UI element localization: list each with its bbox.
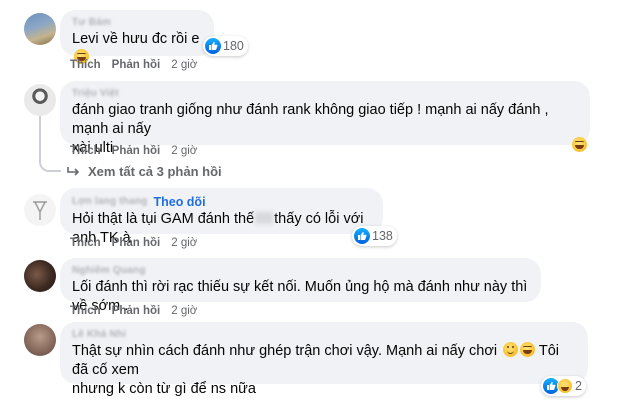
comment-text-line: nhưng k còn từ gì để ns nữa bbox=[72, 381, 256, 397]
laughing-face-icon bbox=[520, 342, 536, 357]
comment-actions: Thích Phản hồi 2 giờ bbox=[70, 59, 197, 71]
comment-actions: Thích Phản hồi 2 giờ bbox=[70, 237, 197, 249]
reply-arrow-icon bbox=[67, 166, 80, 176]
reply-button[interactable]: Phản hồi bbox=[112, 59, 161, 71]
avatar[interactable] bbox=[24, 13, 56, 45]
comment-text-line: Thật sự nhìn cách đánh như ghép trận chơ… bbox=[72, 342, 576, 380]
view-replies-label: Xem tất cả 3 phản hồi bbox=[88, 164, 222, 179]
comment-author[interactable]: Nghiêm Quang bbox=[72, 265, 529, 277]
comment-timestamp[interactable]: 2 giờ bbox=[171, 145, 197, 157]
comment-bubble: Lê Khả Nhi Thật sự nhìn cách đánh như gh… bbox=[60, 322, 588, 397]
comment-author[interactable]: Lợn lang thang bbox=[72, 196, 147, 208]
avatar[interactable] bbox=[24, 194, 56, 226]
reply-button[interactable]: Phản hồi bbox=[112, 145, 161, 157]
laughing-face-icon bbox=[572, 137, 587, 152]
reaction-count: 180 bbox=[223, 39, 244, 53]
comment-text-part: Hỏi thật là tụi GAM đánh thế bbox=[72, 211, 255, 227]
reply-button[interactable]: Phản hồi bbox=[112, 305, 161, 317]
smiling-face-icon bbox=[503, 342, 519, 357]
comment-actions: Thích Phản hồi 2 giờ bbox=[70, 145, 197, 157]
like-button[interactable]: Thích bbox=[70, 59, 101, 71]
thread-line-curve bbox=[39, 158, 61, 172]
comment-author[interactable]: Tư Bám bbox=[72, 17, 202, 29]
comment-timestamp[interactable]: 2 giờ bbox=[171, 237, 197, 249]
like-button[interactable]: Thích bbox=[70, 145, 101, 157]
comment-bubble: Lợn lang thang Theo dõi Hỏi thật là tụi … bbox=[60, 188, 383, 246]
comment-bubble: Tư Bám Levi về hưu đc rồi e bbox=[60, 10, 214, 64]
comment-actions: Thích Phản hồi 2 giờ bbox=[70, 305, 197, 317]
laughing-face-icon bbox=[557, 378, 573, 394]
like-button[interactable]: Thích bbox=[70, 305, 101, 317]
comment-timestamp[interactable]: 2 giờ bbox=[171, 305, 197, 317]
thumbs-up-icon bbox=[205, 38, 221, 54]
avatar[interactable] bbox=[24, 260, 56, 292]
reaction-count: 138 bbox=[372, 229, 393, 243]
thread-line bbox=[39, 112, 41, 160]
reaction-count: 2 bbox=[575, 379, 582, 393]
like-button[interactable]: Thích bbox=[70, 237, 101, 249]
redacted-word bbox=[255, 212, 274, 224]
avatar[interactable] bbox=[24, 324, 56, 356]
reaction-summary[interactable]: 2 bbox=[541, 376, 586, 396]
thumbs-up-icon bbox=[354, 228, 370, 244]
comment-author[interactable]: Lê Khả Nhi bbox=[72, 329, 576, 341]
follow-button[interactable]: Theo dõi bbox=[153, 195, 205, 209]
avatar[interactable] bbox=[24, 84, 56, 116]
comment-author[interactable]: Triệu Việt bbox=[72, 88, 578, 100]
comment-text-line: đánh giao tranh giống như đánh rank khôn… bbox=[72, 102, 549, 137]
reaction-summary[interactable]: 138 bbox=[352, 226, 397, 246]
comment-author-row: Lợn lang thang Theo dõi bbox=[72, 195, 371, 209]
comment-text-part: Thật sự nhìn cách đánh như ghép trận chơ… bbox=[72, 343, 498, 359]
comment-timestamp[interactable]: 2 giờ bbox=[171, 59, 197, 71]
view-replies-button[interactable]: Xem tất cả 3 phản hồi bbox=[66, 164, 222, 179]
comment-bubble: Triệu Việt đánh giao tranh giống như đán… bbox=[60, 81, 590, 156]
comment-bubble: Nghiêm Quang Lối đánh thì rời rạc thiếu … bbox=[60, 258, 541, 314]
comment-text-content: Levi về hưu đc rồi e bbox=[72, 31, 200, 47]
reply-button[interactable]: Phản hồi bbox=[112, 237, 161, 249]
reaction-summary[interactable]: 180 bbox=[203, 36, 248, 56]
comment-text: Thật sự nhìn cách đánh như ghép trận chơ… bbox=[72, 342, 576, 399]
